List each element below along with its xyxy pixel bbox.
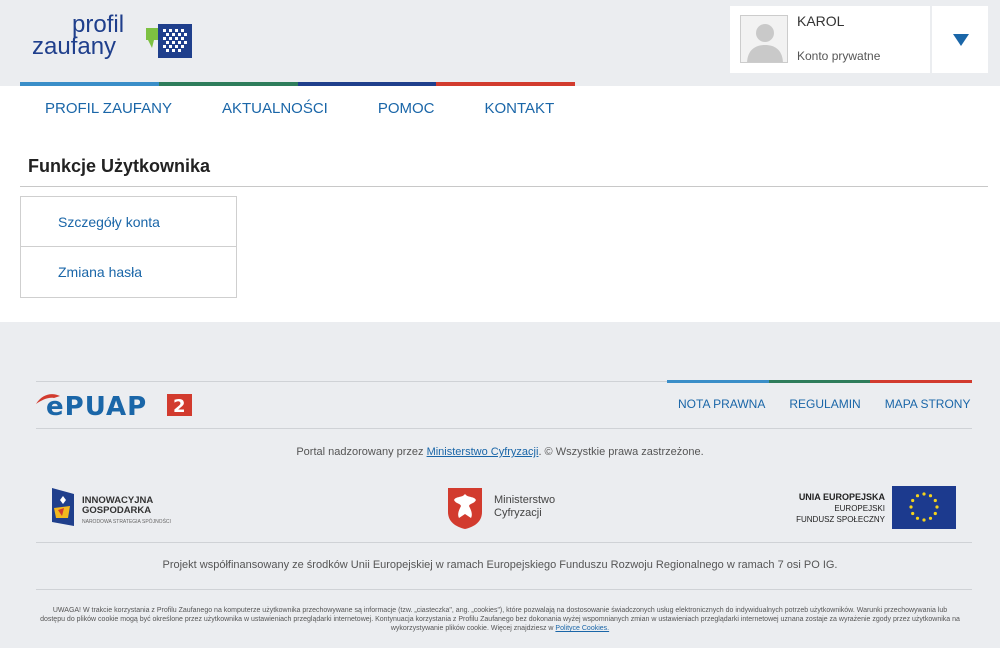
ue-line2: EUROPEJSKI — [834, 504, 885, 513]
footer-tricolor-red — [870, 380, 973, 383]
eu-flag-icon — [892, 486, 956, 529]
ue-line3: FUNDUSZ SPOŁECZNY — [796, 515, 885, 524]
ig-line2: GOSPODARKA — [82, 505, 152, 516]
footer-links: NOTA PRAWNA REGULAMIN MAPA STRONY — [666, 397, 982, 411]
footer-tricolor-blue — [667, 380, 769, 383]
nav-item-profil-zaufany[interactable]: PROFIL ZAUFANY — [20, 86, 197, 132]
profil-zaufany-logo[interactable]: profil zaufany — [32, 13, 202, 70]
logo-mark-icon — [146, 24, 192, 58]
nav-item-kontakt[interactable]: KONTAKT — [460, 86, 580, 132]
footer-divider-3 — [36, 589, 972, 590]
polish-eagle-emblem-icon — [448, 488, 482, 529]
ig-sub: NARODOWA STRATEGIA SPÓJNOŚCI — [82, 519, 171, 525]
partner-logos: INNOWACYJNA GOSPODARKA NARODOWA STRATEGI… — [0, 482, 1000, 532]
supervision-suffix: . © Wszystkie prawa zastrzeżone. — [538, 446, 704, 458]
project-cofinancing-note: Projekt współfinansowany ze środków Unii… — [162, 559, 838, 571]
user-account-box[interactable]: KAROL Konto prywatne — [730, 6, 930, 73]
supervision-note: Portal nadzorowany przez Ministerstwo Cy… — [0, 446, 1000, 458]
eu-text: UNIA EUROPEJSKA EUROPEJSKI FUNDUSZ SPOŁE… — [760, 492, 885, 525]
main-nav: PROFIL ZAUFANY AKTUALNOŚCI POMOC KONTAKT — [20, 86, 579, 132]
svg-text:ePUAP: ePUAP — [46, 392, 147, 420]
epuap-logo[interactable]: ePUAP 2 — [36, 390, 196, 422]
footer-tricolor-green — [768, 380, 871, 383]
footer-link-nota-prawna[interactable]: NOTA PRAWNA — [666, 397, 777, 411]
nav-item-pomoc[interactable]: POMOC — [353, 86, 460, 132]
logo-text: profil zaufany — [32, 13, 124, 60]
user-name: KAROL — [797, 13, 845, 29]
header: profil zaufany KAROL Konto prywatne — [0, 0, 1000, 86]
cookie-policy-link[interactable]: Polityce Cookies. — [555, 625, 609, 632]
logo-line2: zaufany — [32, 33, 117, 60]
svg-text:2: 2 — [173, 396, 186, 417]
title-divider — [20, 186, 988, 187]
user-account-type: Konto prywatne — [797, 49, 881, 63]
caret-down-icon — [953, 34, 969, 46]
ministry-text: Ministerstwo Cyfryzacji — [494, 494, 555, 520]
cookie-notice: UWAGA! W trakcie korzystania z Profilu Z… — [40, 606, 960, 633]
nav-item-aktualnosci[interactable]: AKTUALNOŚCI — [197, 86, 353, 132]
menu-item-change-password[interactable]: Zmiana hasła — [21, 247, 236, 297]
footer-divider-2 — [36, 542, 972, 543]
cookie-notice-text: UWAGA! W trakcie korzystania z Profilu Z… — [40, 607, 960, 632]
footer: ePUAP 2 NOTA PRAWNA REGULAMIN MAPA STRON… — [0, 322, 1000, 648]
mc-line1: Ministerstwo — [494, 494, 556, 506]
mc-line2: Cyfryzacji — [494, 507, 542, 519]
ue-line1: UNIA EUROPEJSKA — [798, 492, 885, 502]
supervision-prefix: Portal nadzorowany przez — [296, 446, 427, 458]
ministry-link[interactable]: Ministerstwo Cyfryzacji — [427, 446, 539, 458]
innowacyjna-gospodarka-logo-icon — [52, 488, 74, 526]
menu-item-account-details[interactable]: Szczegóły konta — [21, 197, 236, 247]
footer-divider-1 — [36, 428, 972, 429]
footer-top-divider — [36, 381, 667, 382]
footer-link-mapa-strony[interactable]: MAPA STRONY — [873, 397, 983, 411]
page-title: Funkcje Użytkownika — [28, 156, 211, 176]
main-content: PROFIL ZAUFANY AKTUALNOŚCI POMOC KONTAKT… — [0, 86, 1000, 322]
user-functions-menu: Szczegóły konta Zmiana hasła — [20, 196, 237, 298]
ig-text: INNOWACYJNA GOSPODARKA NARODOWA STRATEGI… — [82, 496, 171, 527]
user-silhouette-icon — [740, 15, 788, 63]
user-menu-toggle-button[interactable] — [932, 6, 988, 73]
footer-tricolor-bar — [667, 380, 973, 383]
footer-link-regulamin[interactable]: REGULAMIN — [777, 397, 872, 411]
